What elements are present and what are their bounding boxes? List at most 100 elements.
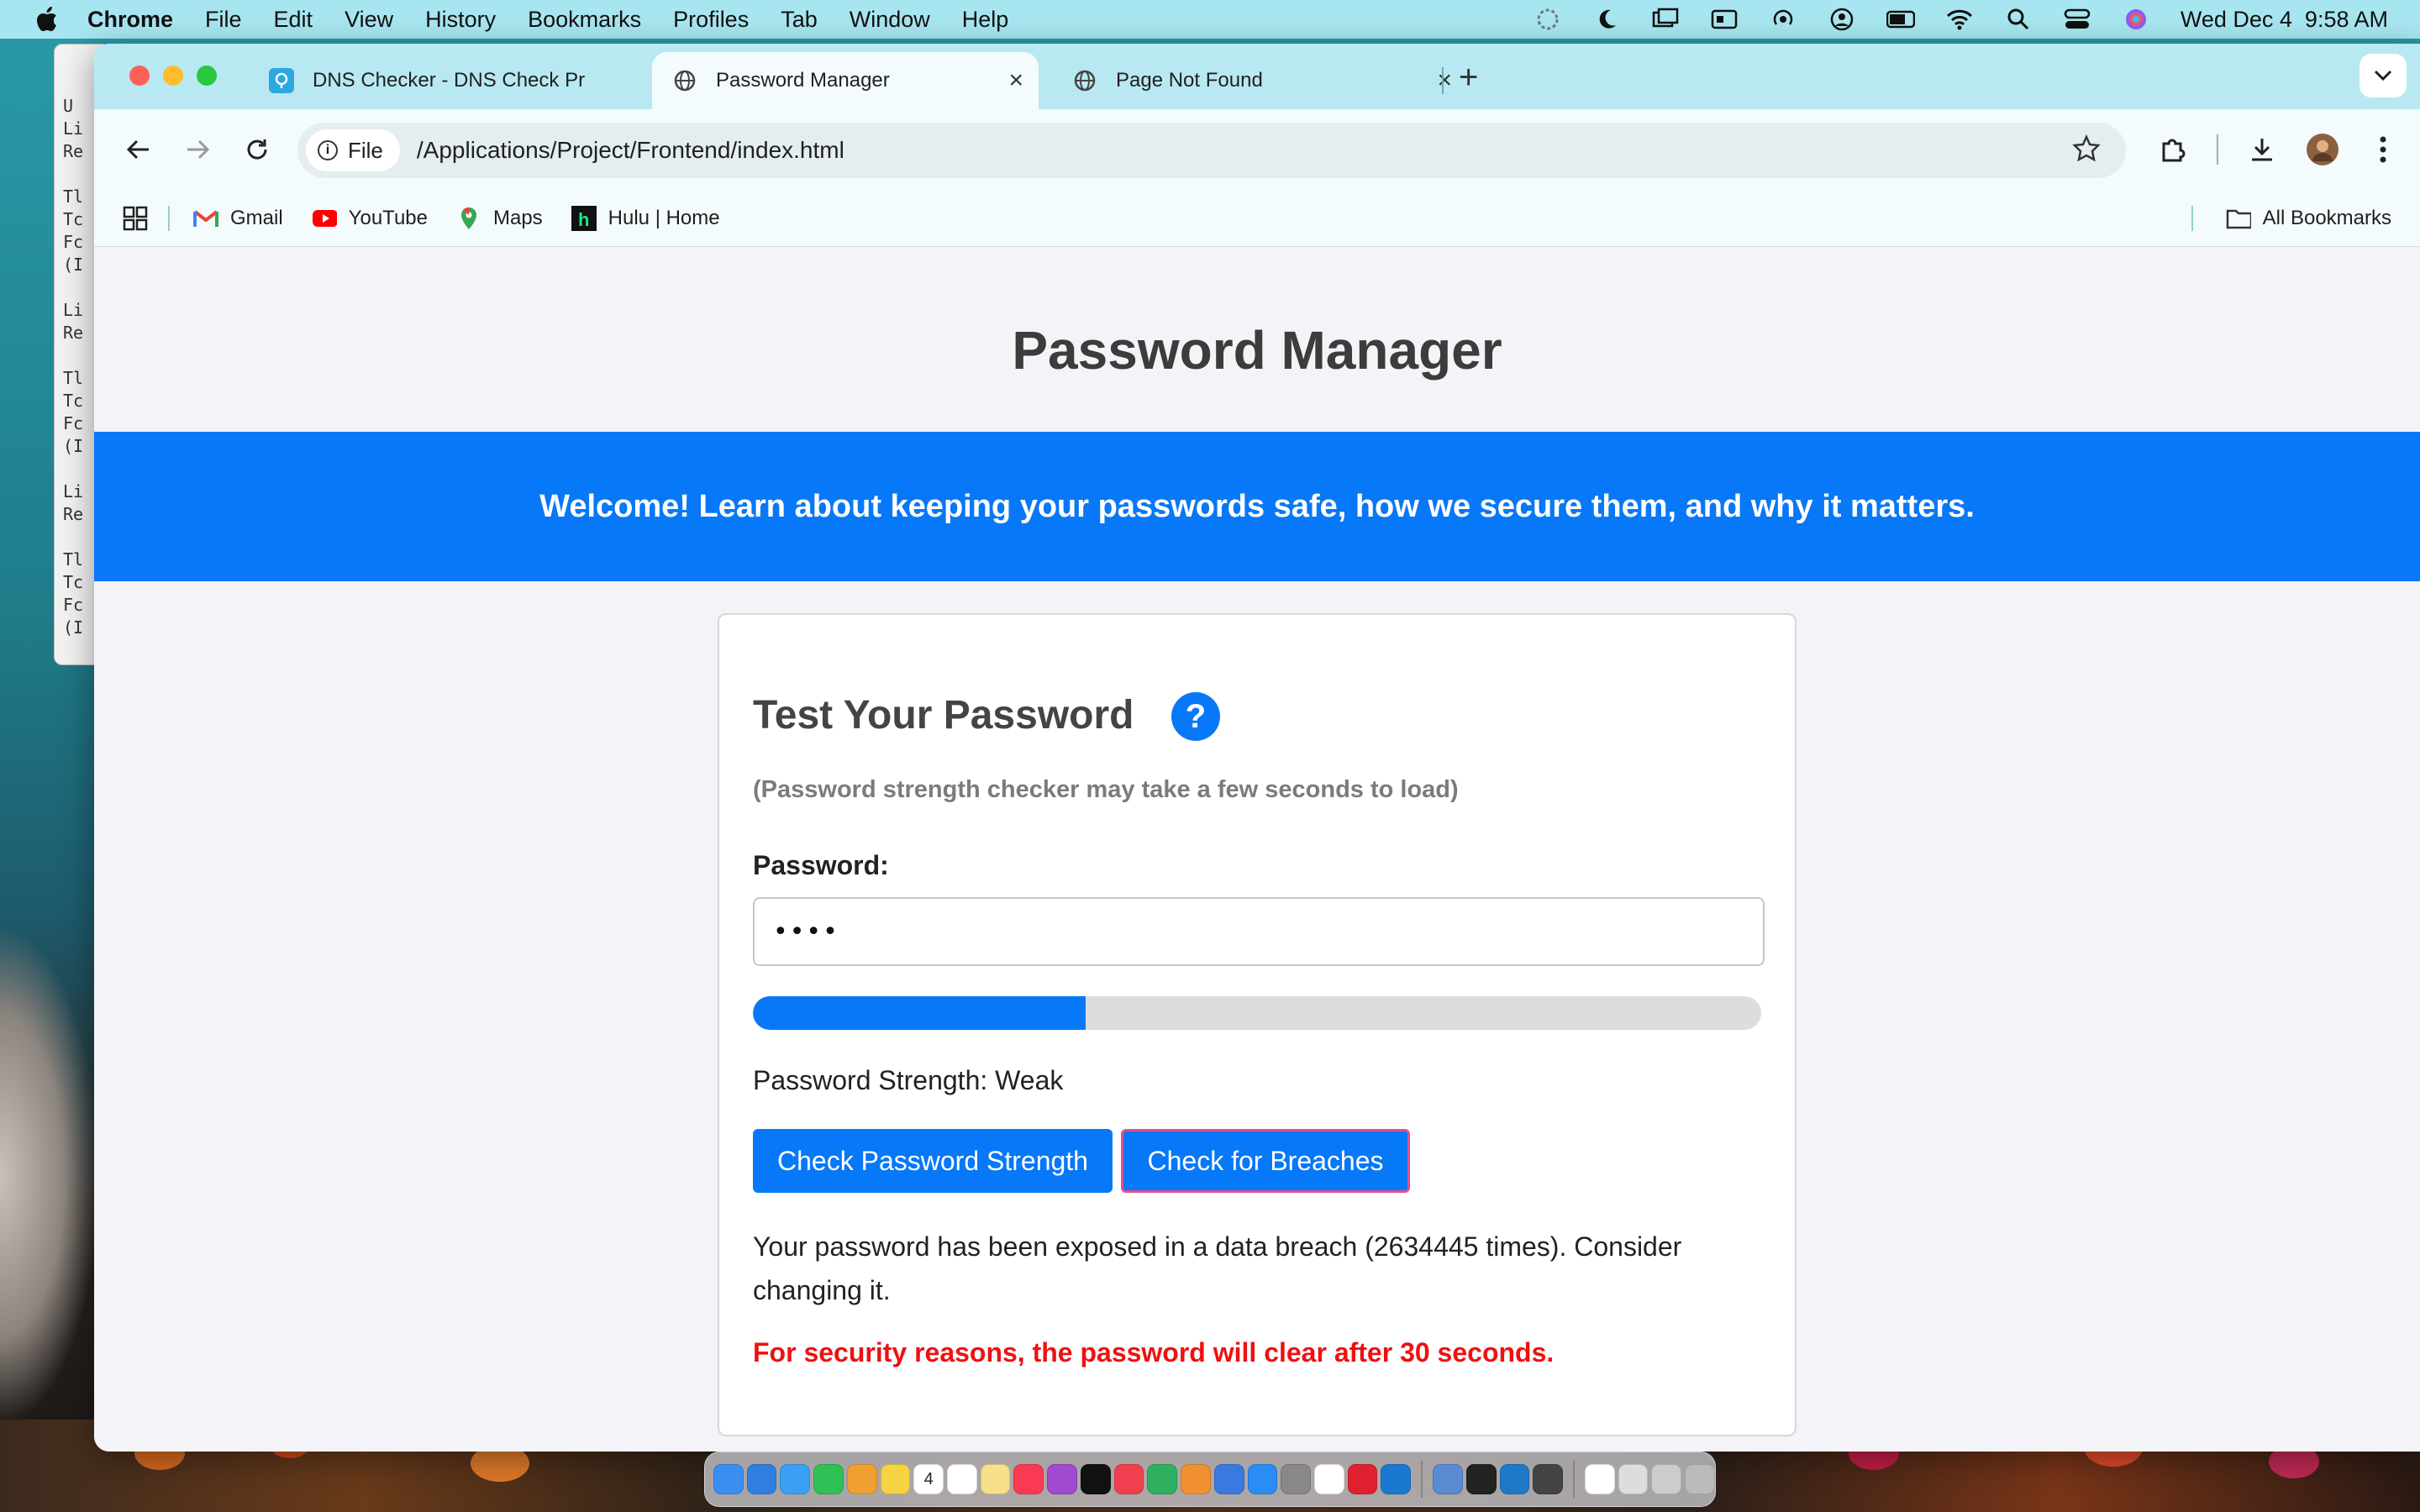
bookmark-hulu[interactable]: h Hulu | Home — [571, 205, 720, 231]
menu-view[interactable]: View — [345, 7, 393, 33]
browser-toolbar: i File /Applications/Project/Frontend/in… — [94, 109, 2420, 190]
tab-separator — [1442, 67, 1444, 94]
help-icon[interactable] — [1618, 1464, 1649, 1494]
gmail-icon — [193, 206, 218, 231]
profile-avatar[interactable] — [2302, 129, 2343, 170]
numbers-icon[interactable] — [1147, 1464, 1178, 1494]
tv-icon[interactable] — [1080, 1464, 1111, 1494]
trash-icon[interactable] — [1685, 1464, 1715, 1494]
menu-window[interactable]: Window — [850, 7, 930, 33]
password-input[interactable] — [753, 897, 1765, 966]
terminal-icon[interactable] — [1465, 1464, 1497, 1494]
more-menu-icon[interactable] — [2363, 129, 2403, 170]
strength-meter — [753, 996, 1761, 1030]
new-tab-button[interactable]: + — [1459, 59, 1478, 97]
info-icon: i — [318, 140, 338, 160]
battery-icon[interactable] — [1886, 7, 1915, 32]
safari-icon[interactable] — [746, 1464, 777, 1494]
tab-search-button[interactable] — [2360, 54, 2407, 97]
check-breaches-button[interactable]: Check for Breaches — [1121, 1129, 1410, 1193]
podcasts-icon[interactable] — [1047, 1464, 1077, 1494]
strength-meter-fill — [753, 996, 1086, 1030]
settings-icon[interactable] — [1281, 1464, 1311, 1494]
extensions-icon[interactable] — [2153, 129, 2193, 170]
news-icon[interactable] — [1113, 1464, 1144, 1494]
document-icon[interactable] — [1584, 1464, 1615, 1494]
preview-icon[interactable] — [1433, 1464, 1463, 1494]
welcome-text: Welcome! Learn about keeping your passwo… — [539, 488, 1975, 524]
back-button[interactable] — [118, 129, 158, 170]
siri-icon[interactable] — [2122, 7, 2150, 32]
airdrop-icon[interactable] — [1769, 7, 1797, 32]
folder-icon — [2226, 206, 2251, 231]
vscode-icon[interactable] — [1499, 1464, 1530, 1494]
tab-password-manager[interactable]: Password Manager × — [652, 52, 1039, 109]
calendar-icon[interactable]: 4 — [913, 1464, 944, 1494]
menu-edit[interactable]: Edit — [274, 7, 313, 33]
url-text[interactable]: /Applications/Project/Frontend/index.htm… — [417, 137, 844, 164]
screen-mirror-icon[interactable] — [1651, 7, 1680, 32]
music-icon[interactable] — [1013, 1464, 1044, 1494]
xcode-icon[interactable] — [1381, 1464, 1412, 1494]
close-tab-icon[interactable]: × — [1008, 66, 1023, 95]
keynote-icon[interactable] — [1213, 1464, 1244, 1494]
address-bar[interactable]: i File /Applications/Project/Frontend/in… — [297, 123, 2126, 178]
facetime-icon[interactable] — [813, 1464, 844, 1494]
minimize-window-button[interactable] — [163, 66, 183, 86]
page-content: Password Manager Welcome! Learn about ke… — [94, 247, 2420, 1452]
spotlight-icon[interactable] — [2004, 7, 2033, 32]
bookmark-youtube[interactable]: YouTube — [312, 206, 428, 231]
bookmark-star-icon[interactable] — [2072, 134, 2101, 169]
zoom-window-button[interactable] — [197, 66, 217, 86]
menubar-clock[interactable]: Wed Dec 4 9:58 AM — [2181, 7, 2388, 33]
security-warning: For security reasons, the password will … — [753, 1337, 1555, 1368]
close-window-button[interactable] — [129, 66, 150, 86]
mail-stack-icon[interactable] — [1651, 1464, 1682, 1494]
bookmark-gmail[interactable]: Gmail — [193, 206, 283, 231]
ssh-icon[interactable] — [1533, 1464, 1563, 1494]
user-icon[interactable] — [1828, 7, 1856, 32]
svg-text:h: h — [578, 209, 589, 230]
reminders-icon[interactable] — [947, 1464, 977, 1494]
tab-label: Page Not Found — [1116, 69, 1263, 92]
chrome-icon[interactable] — [1313, 1464, 1344, 1494]
close-tab-icon[interactable]: × — [1437, 66, 1452, 95]
chrome-window: DNS Checker - DNS Check Pr × Password Ma… — [94, 44, 2420, 1452]
menu-profiles[interactable]: Profiles — [673, 7, 749, 33]
menu-tab[interactable]: Tab — [781, 7, 818, 33]
apple-icon[interactable] — [32, 4, 62, 34]
help-button[interactable]: ? — [1171, 692, 1220, 741]
notes-icon[interactable] — [880, 1464, 911, 1494]
display-icon[interactable] — [1710, 7, 1739, 32]
app-store-icon[interactable] — [1247, 1464, 1278, 1494]
bookmarks-separator — [168, 205, 170, 231]
site-info-chip[interactable]: i File — [306, 129, 400, 171]
tab-label: Password Manager — [716, 69, 890, 92]
moon-icon[interactable] — [1592, 7, 1621, 32]
opera-icon[interactable] — [1347, 1464, 1378, 1494]
download-icon[interactable] — [2242, 129, 2282, 170]
mail-icon[interactable] — [780, 1464, 811, 1494]
bookmark-maps[interactable]: Maps — [456, 206, 543, 231]
photos-icon[interactable] — [846, 1464, 877, 1494]
menu-help[interactable]: Help — [962, 7, 1009, 33]
wifi-icon[interactable] — [1945, 7, 1974, 32]
all-bookmarks-button[interactable]: All Bookmarks — [2226, 206, 2391, 231]
pages-icon[interactable] — [1181, 1464, 1211, 1494]
menu-history[interactable]: History — [425, 7, 496, 33]
stickies-icon[interactable] — [980, 1464, 1011, 1494]
menu-bookmarks[interactable]: Bookmarks — [528, 7, 641, 33]
breach-message: Your password has been exposed in a data… — [753, 1231, 1682, 1305]
menu-app-name[interactable]: Chrome — [87, 7, 173, 33]
check-strength-button[interactable]: Check Password Strength — [753, 1129, 1113, 1193]
password-test-card: Test Your Password ? (Password strength … — [718, 613, 1797, 1436]
finder-icon[interactable] — [713, 1464, 744, 1494]
focus-icon[interactable] — [1534, 7, 1562, 32]
globe-icon — [672, 68, 697, 93]
forward-button[interactable] — [178, 129, 218, 170]
reload-button[interactable] — [237, 129, 277, 170]
apps-grid-icon[interactable] — [123, 206, 148, 231]
menu-file[interactable]: File — [205, 7, 242, 33]
control-center-icon[interactable] — [2063, 7, 2091, 32]
bookmarks-bar: Gmail YouTube Maps h Hulu | Home All Boo… — [94, 190, 2420, 247]
